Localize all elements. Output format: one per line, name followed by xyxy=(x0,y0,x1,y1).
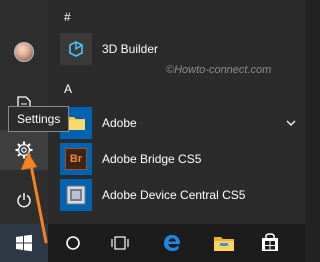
edge-icon xyxy=(164,235,181,251)
group-header-a[interactable]: A xyxy=(64,82,72,96)
app-name: 3D Builder xyxy=(102,42,159,56)
store-button[interactable] xyxy=(248,224,292,262)
power-icon xyxy=(17,193,31,208)
app-adobe-device-central-cs5[interactable]: Adobe Device Central CS5 xyxy=(60,178,300,212)
adobe-device-central-tile xyxy=(60,179,92,211)
power-button[interactable] xyxy=(0,180,48,220)
adobe-bridge-badge: Br xyxy=(69,153,83,165)
gear-icon xyxy=(15,141,33,159)
app-name: Adobe Device Central CS5 xyxy=(102,188,246,202)
chevron-down-icon[interactable] xyxy=(284,116,298,130)
settings-button[interactable] xyxy=(0,130,48,170)
3d-builder-icon xyxy=(69,41,83,57)
file-explorer-button[interactable] xyxy=(202,224,246,262)
app-adobe-bridge-cs5[interactable]: Br Adobe Bridge CS5 xyxy=(60,142,300,176)
adobe-device-central-icon xyxy=(66,185,86,205)
windows-start-icon xyxy=(16,234,32,252)
edge-button[interactable] xyxy=(150,224,194,262)
user-avatar xyxy=(14,42,34,62)
group-header-hash[interactable]: # xyxy=(64,10,71,24)
task-view-button[interactable] xyxy=(98,224,142,262)
3d-builder-tile xyxy=(60,33,92,65)
store-icon xyxy=(262,233,278,251)
taskbar xyxy=(0,224,305,262)
app-list: # 3D Builder A Adobe Br Adobe Bridge CS5… xyxy=(48,0,305,224)
start-menu: # 3D Builder A Adobe Br Adobe Bridge CS5… xyxy=(0,0,305,224)
file-explorer-icon xyxy=(214,237,234,251)
user-account-button[interactable] xyxy=(0,32,48,72)
cortana-search-icon xyxy=(66,236,80,250)
cortana-search-button[interactable] xyxy=(52,224,94,262)
app-folder-adobe[interactable]: Adobe xyxy=(60,106,308,140)
adobe-bridge-tile: Br xyxy=(60,143,92,175)
adobe-bridge-icon: Br xyxy=(65,148,87,170)
task-view-icon xyxy=(111,236,129,250)
app-name: Adobe Bridge CS5 xyxy=(102,152,202,166)
app-3d-builder[interactable]: 3D Builder xyxy=(60,32,300,66)
start-button[interactable] xyxy=(0,224,48,262)
settings-tooltip: Settings xyxy=(8,106,70,132)
watermark: ©Howto-connect.com xyxy=(166,64,272,76)
app-name: Adobe xyxy=(102,116,137,130)
